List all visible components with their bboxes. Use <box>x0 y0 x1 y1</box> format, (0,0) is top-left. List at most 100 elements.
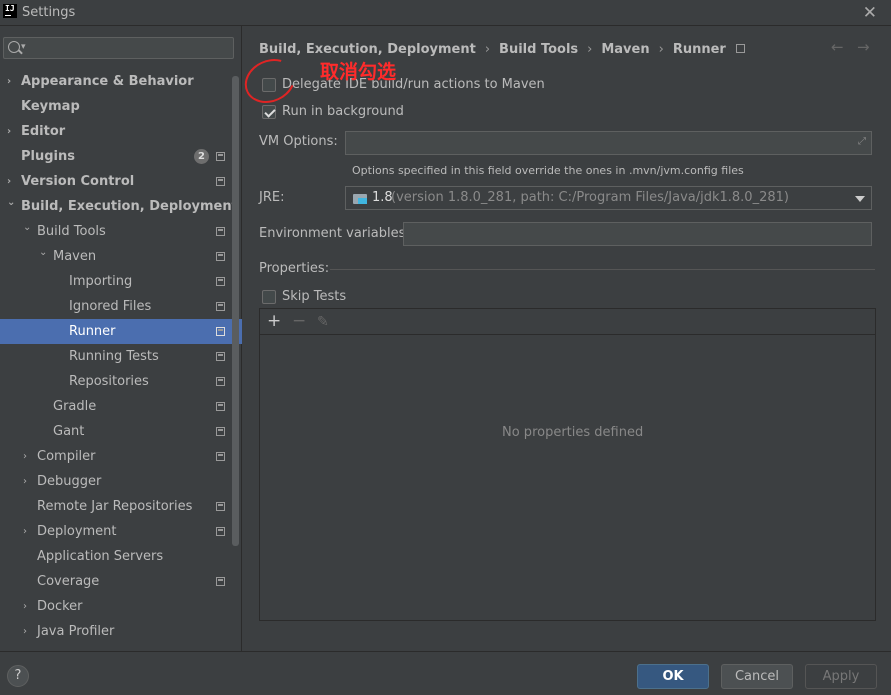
sidebar-item-application-servers[interactable]: Application Servers <box>0 544 242 569</box>
sidebar-item-label: Compiler <box>37 449 96 464</box>
properties-table: + − ✎ No properties defined <box>259 308 876 621</box>
jre-label: JRE: <box>259 190 285 205</box>
plugins-update-badge: 2 <box>194 149 209 164</box>
breadcrumb-separator: › <box>587 42 593 57</box>
sidebar-item-label: Java Profiler <box>37 624 115 639</box>
sidebar-item-keymap[interactable]: Keymap <box>0 94 242 119</box>
sidebar-item-label: Docker <box>37 599 83 614</box>
breadcrumb-item: Runner <box>672 42 726 57</box>
sidebar-item-gant[interactable]: Gant <box>0 419 242 444</box>
sidebar-item-label: Appearance & Behavior <box>21 74 194 89</box>
breadcrumb-item[interactable]: Build, Execution, Deployment <box>259 42 476 57</box>
sidebar-item-importing[interactable]: Importing <box>0 269 242 294</box>
sidebar-item-build-execution-deployment[interactable]: ⌄ Build, Execution, Deployment <box>0 194 242 219</box>
add-icon[interactable]: + <box>267 311 281 331</box>
sidebar-item-label: Application Servers <box>37 549 164 564</box>
chevron-right-icon[interactable]: › <box>23 469 33 494</box>
sidebar-item-running-tests[interactable]: Running Tests <box>0 344 242 369</box>
forward-arrow-icon[interactable]: → <box>857 38 870 56</box>
sidebar-item-label: Gant <box>53 424 85 439</box>
sidebar-item-label: Version Control <box>21 174 135 189</box>
sidebar-item-runner[interactable]: Runner <box>0 319 242 344</box>
search-dropdown-icon[interactable]: ▾ <box>21 42 26 52</box>
environment-variables-input[interactable] <box>403 222 872 246</box>
chevron-down-icon[interactable]: ⌄ <box>23 215 33 240</box>
skip-tests-label[interactable]: Skip Tests <box>282 289 346 304</box>
project-settings-icon <box>216 402 225 411</box>
chevron-right-icon[interactable]: › <box>23 594 33 619</box>
sidebar-item-java-profiler[interactable]: › Java Profiler <box>0 619 242 644</box>
help-icon[interactable]: ? <box>7 665 29 687</box>
sidebar-item-version-control[interactable]: › Version Control <box>0 169 242 194</box>
vm-options-label: VM Options: <box>259 134 338 149</box>
chevron-right-icon[interactable]: › <box>7 119 17 144</box>
project-settings-icon <box>735 44 745 53</box>
chevron-down-icon[interactable]: ⌄ <box>39 240 49 265</box>
sidebar-item-remote-jar-repositories[interactable]: Remote Jar Repositories <box>0 494 242 519</box>
settings-tree: › Appearance & Behavior Keymap › Editor … <box>0 69 242 644</box>
sidebar-item-debugger[interactable]: › Debugger <box>0 469 242 494</box>
sidebar-item-maven[interactable]: ⌄ Maven <box>0 244 242 269</box>
chevron-right-icon[interactable]: › <box>23 519 33 544</box>
run-in-background-checkbox[interactable] <box>262 105 276 119</box>
run-in-background-label[interactable]: Run in background <box>282 104 404 119</box>
sidebar-item-label: Running Tests <box>69 349 159 364</box>
breadcrumb-item[interactable]: Maven <box>601 42 649 57</box>
breadcrumb-item[interactable]: Build Tools <box>499 42 578 57</box>
sidebar-item-ignored-files[interactable]: Ignored Files <box>0 294 242 319</box>
project-settings-icon <box>216 177 225 186</box>
sidebar-item-label: Repositories <box>69 374 149 389</box>
skip-tests-checkbox[interactable] <box>262 290 276 304</box>
vm-options-hint: Options specified in this field override… <box>352 164 744 177</box>
empty-properties-text: No properties defined <box>502 425 644 440</box>
sidebar-item-label: Remote Jar Repositories <box>37 499 193 514</box>
intellij-logo-icon: IJ <box>3 4 17 18</box>
dropdown-arrow-icon[interactable] <box>855 196 865 202</box>
chevron-right-icon[interactable]: › <box>23 444 33 469</box>
properties-divider <box>330 269 875 270</box>
chevron-down-icon[interactable]: ⌄ <box>7 190 17 215</box>
expand-icon[interactable]: ⤢ <box>858 136 866 147</box>
sidebar-item-repositories[interactable]: Repositories <box>0 369 242 394</box>
chevron-right-icon[interactable]: › <box>7 69 17 94</box>
sidebar-item-build-tools[interactable]: ⌄ Build Tools <box>0 219 242 244</box>
project-settings-icon <box>216 152 225 161</box>
project-settings-icon <box>216 352 225 361</box>
project-settings-icon <box>216 577 225 586</box>
project-settings-icon <box>216 452 225 461</box>
breadcrumb: Build, Execution, Deployment › Build Tools… <box>259 42 745 57</box>
project-settings-icon <box>216 427 225 436</box>
sidebar-item-appearance[interactable]: › Appearance & Behavior <box>0 69 242 94</box>
breadcrumb-separator: › <box>658 42 664 57</box>
sidebar-item-plugins[interactable]: Plugins 2 <box>0 144 242 169</box>
remove-icon: − <box>292 311 307 331</box>
sidebar-item-gradle[interactable]: Gradle <box>0 394 242 419</box>
jre-select[interactable]: 1.8 (version 1.8.0_281, path: C:/Program… <box>345 186 872 210</box>
ok-button[interactable]: OK <box>637 664 709 689</box>
apply-button[interactable]: Apply <box>805 664 877 689</box>
sidebar-item-label: Deployment <box>37 524 117 539</box>
project-settings-icon <box>216 227 225 236</box>
sidebar-scrollbar[interactable] <box>232 76 239 546</box>
sidebar-item-label: Maven <box>53 249 97 264</box>
close-icon[interactable]: ✕ <box>863 3 877 23</box>
annotation-text: 取消勾选 <box>320 61 397 83</box>
sidebar-item-coverage[interactable]: Coverage <box>0 569 242 594</box>
sidebar-item-deployment[interactable]: › Deployment <box>0 519 242 544</box>
vm-options-input[interactable] <box>345 131 872 155</box>
window-title: Settings <box>22 5 76 20</box>
sidebar-item-label: Gradle <box>53 399 97 414</box>
dialog-footer: ? OK Cancel Apply <box>0 651 891 695</box>
sidebar-item-compiler[interactable]: › Compiler <box>0 444 242 469</box>
project-settings-icon <box>216 527 225 536</box>
sidebar-item-editor[interactable]: › Editor <box>0 119 242 144</box>
settings-search-input[interactable]: ▾ <box>3 37 234 59</box>
sidebar-item-docker[interactable]: › Docker <box>0 594 242 619</box>
back-arrow-icon[interactable]: ← <box>831 38 844 56</box>
cancel-button[interactable]: Cancel <box>721 664 793 689</box>
properties-toolbar: + − ✎ <box>260 309 875 335</box>
environment-variables-label: Environment variables: <box>259 226 410 241</box>
project-settings-icon <box>216 302 225 311</box>
project-settings-icon <box>216 327 225 336</box>
chevron-right-icon[interactable]: › <box>23 619 33 644</box>
